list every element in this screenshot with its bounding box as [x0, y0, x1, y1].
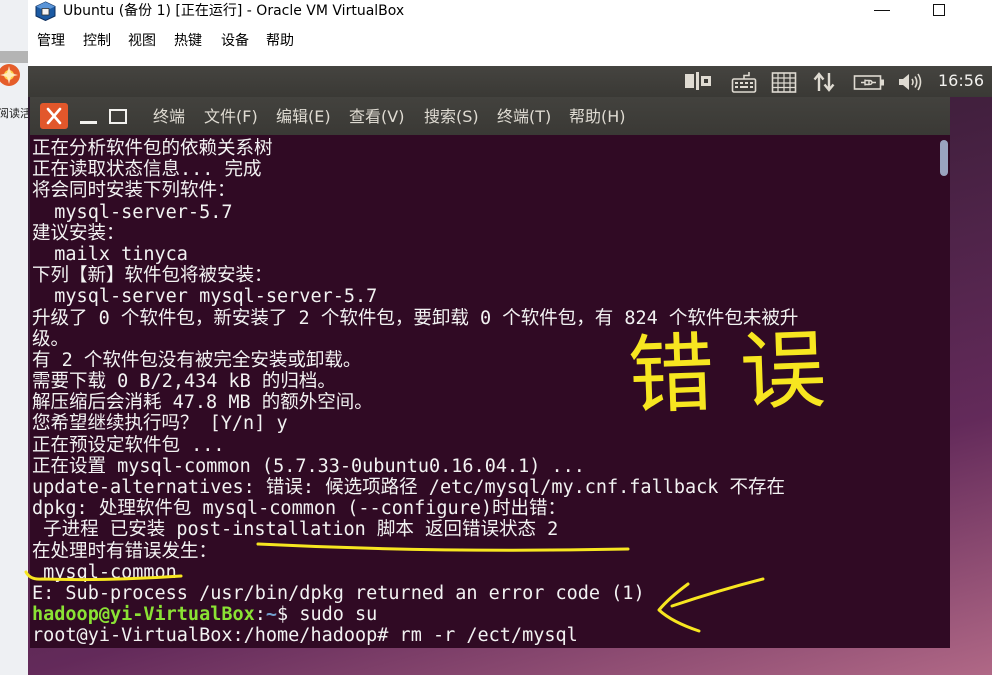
desktop-icon-label[interactable]: 阅读活 — [0, 107, 28, 121]
terminal-line: 级。 — [32, 328, 70, 350]
terminal-line: mysql-server mysql-server-5.7 — [32, 286, 378, 308]
close-button[interactable] — [40, 103, 68, 129]
window-title: Ubuntu (备份 1) [正在运行] - Oracle VM Virtual… — [63, 3, 405, 19]
menu-help[interactable]: 帮助(H) — [569, 107, 626, 127]
keyboard-layout-icon[interactable] — [771, 71, 797, 93]
terminal-line: 将会同时安装下列软件： — [32, 180, 236, 202]
menu-search[interactable]: 搜索(S) — [424, 107, 479, 127]
terminal-line: E: Sub-process /usr/bin/dpkg returned an… — [32, 582, 645, 604]
terminal-line: mysql-server-5.7 — [32, 201, 233, 223]
maximize-icon[interactable] — [109, 109, 127, 124]
terminal-line: 解压缩后会消耗 47.8 MB 的额外空间。 — [32, 392, 373, 414]
terminal-output[interactable]: 正在分析软件包的依赖关系树 正在读取状态信息... 完成 将会同时安装下列软件：… — [30, 135, 950, 648]
terminal-line: 正在读取状态信息... 完成 — [32, 159, 262, 181]
terminal-line: 建议安装： — [32, 222, 125, 244]
host-desktop-strip: 阅读活 — [0, 0, 28, 675]
terminal-line: 您希望继续执行吗？ [Y/n] y — [32, 413, 288, 435]
virtualbox-menubar — [28, 24, 992, 66]
terminal-line: 升级了 0 个软件包，新安装了 2 个软件包，要卸载 0 个软件包，有 824 … — [32, 307, 799, 329]
menu-devices[interactable]: 设备 — [221, 32, 249, 50]
prompt-command: $ sudo su — [277, 604, 378, 626]
menu-view[interactable]: 视图 — [128, 32, 156, 50]
menu-terminal[interactable]: 终端(T) — [497, 107, 551, 127]
panel-clock[interactable]: 16:56 — [938, 71, 984, 91]
terminal-line: 正在分析软件包的依赖关系树 — [32, 138, 273, 159]
prompt-path: ~ — [265, 604, 278, 626]
keyboard-icon[interactable] — [731, 71, 757, 93]
terminal-app-name[interactable]: 终端 — [153, 107, 185, 127]
terminal-line: dpkg: 处理软件包 mysql-common (--configure)时出… — [32, 498, 567, 520]
terminal-line: 正在设置 mysql-common (5.7.33-0ubuntu0.16.04… — [32, 455, 585, 477]
prompt-separator: : — [254, 604, 266, 626]
close-icon — [46, 107, 62, 125]
terminal-line: 需要下载 0 B/2,434 kB 的归档。 — [32, 371, 336, 393]
menu-view[interactable]: 查看(V) — [349, 107, 404, 127]
terminal-line: mysql-common — [32, 561, 177, 583]
ubuntu-top-panel — [28, 66, 992, 97]
terminal-line: update-alternatives: 错误: 候选项路径 /etc/mysq… — [32, 477, 786, 498]
menu-help[interactable]: 帮助 — [266, 32, 294, 50]
network-icon[interactable] — [812, 71, 836, 93]
minimize-icon[interactable] — [874, 10, 890, 11]
terminal-root-line: root@yi-VirtualBox:/home/hadoop# rm -r /… — [32, 625, 578, 647]
maximize-icon[interactable] — [933, 4, 945, 16]
menu-manage[interactable]: 管理 — [37, 32, 65, 50]
terminal-line: 在处理时有错误发生： — [32, 540, 218, 562]
volume-icon[interactable] — [897, 71, 923, 93]
terminal-scrollbar[interactable] — [940, 140, 948, 176]
prompt-user-host: hadoop@yi-VirtualBox — [32, 604, 255, 626]
menu-control[interactable]: 控制 — [83, 32, 111, 50]
input-method-icon[interactable] — [684, 71, 712, 91]
menu-edit[interactable]: 编辑(E) — [276, 107, 331, 127]
menu-file[interactable]: 文件(F) — [204, 107, 258, 127]
terminal-line: 下列【新】软件包将被安装： — [32, 265, 273, 287]
virtualbox-icon — [35, 1, 56, 21]
minimize-icon[interactable] — [80, 121, 97, 124]
terminal-line: mailx tinyca — [32, 243, 188, 265]
terminal-line: 正在预设定软件包 ... — [32, 434, 225, 456]
menu-hotkeys[interactable]: 热键 — [174, 32, 202, 50]
terminal-prompt-line: hadoop@yi-VirtualBox:~$ sudo su — [32, 604, 950, 625]
app-shortcut-icon[interactable] — [0, 62, 22, 88]
terminal-line: 有 2 个软件包没有被完全安装或卸载。 — [32, 349, 362, 371]
battery-icon[interactable] — [853, 71, 885, 93]
terminal-line: 子进程 已安装 post-installation 脚本 返回错误状态 2 — [32, 519, 559, 541]
